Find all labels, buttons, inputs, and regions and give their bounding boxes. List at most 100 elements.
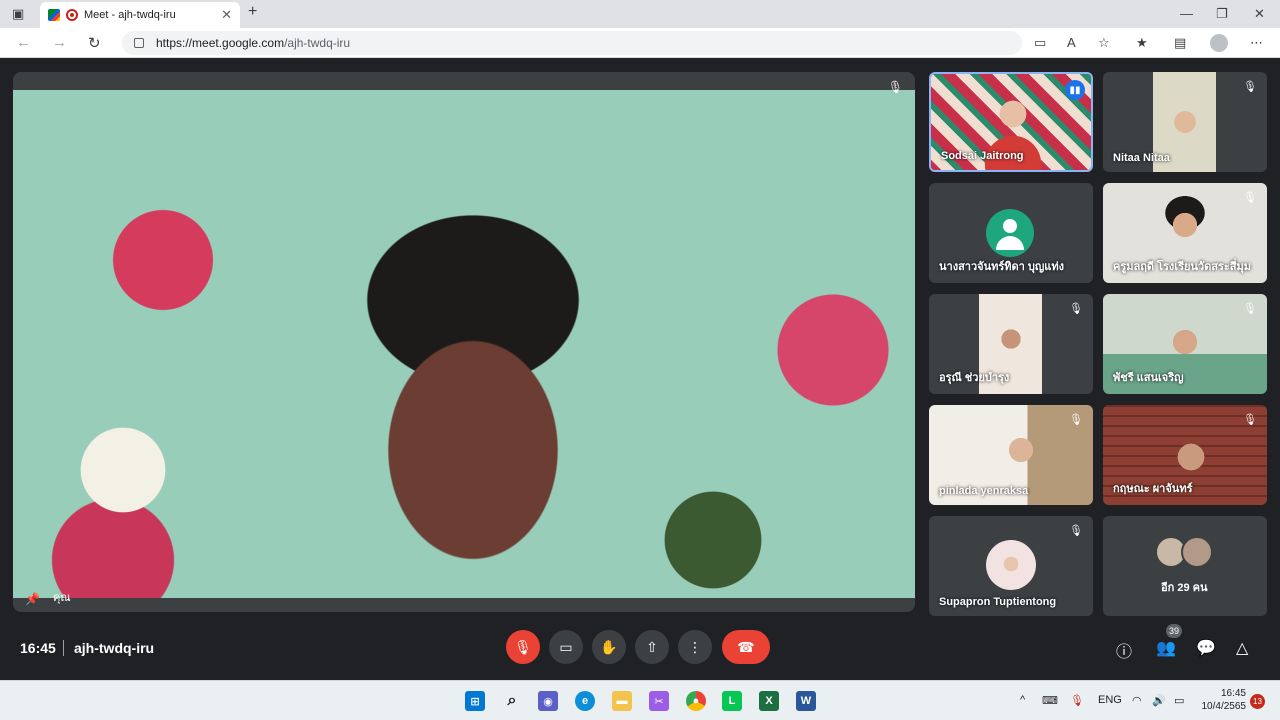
file-explorer-icon[interactable]: ▬ [612,691,632,711]
participant-tile[interactable]: 🎙 พัชรี แสนเจริญ [1103,294,1267,394]
add-favorite-icon[interactable]: ☆ [1098,35,1110,51]
more-participants-tile[interactable]: อีก 29 คน [1103,516,1267,616]
participant-tile[interactable]: ▮▮ Sodsai Jaitrong [929,72,1093,172]
raise-hand-button[interactable]: ✋ [592,630,626,664]
address-bar: ← → ↻ https://meet.google.com/ajh-twdq-i… [0,28,1280,58]
wifi-icon[interactable]: ◠ [1132,694,1142,707]
participant-tile[interactable]: 🎙 Supapron Tuptientong [929,516,1093,616]
system-date: 10/4/2565 [1201,701,1247,712]
teams-chat-icon[interactable]: ◉ [538,691,558,711]
present-screen-button[interactable]: ⇧ [635,630,669,664]
avatar [1181,536,1213,568]
main-video [13,90,915,598]
participant-tile[interactable]: 🎙 pinlada yenraksa [929,405,1093,505]
camera-permission-icon[interactable]: ▭ [1034,35,1046,51]
self-name: คุณ [53,592,71,604]
meeting-details-icon[interactable]: ⓘ [1116,638,1132,662]
meeting-code: ajh-twdq-iru [74,640,155,656]
participant-tile[interactable]: 🎙 อรุณี ช่วยบำรุง [929,294,1093,394]
start-icon[interactable]: ⊞ [465,691,485,711]
participant-name: พัชรี แสนเจริญ [1113,372,1184,384]
participant-count-badge: 39 [1166,624,1182,638]
snipping-tool-icon[interactable]: ✂ [649,691,669,711]
people-icon[interactable]: 👥 [1156,638,1176,658]
chrome-icon[interactable]: ● [686,691,706,711]
tab-meet[interactable]: Meet - ajh-twdq-iru ✕ [40,2,240,28]
participant-name: pinlada yenraksa [939,485,1029,497]
avatar [986,209,1034,257]
participant-name: Nitaa Nitaa [1113,152,1170,164]
mic-muted-icon: 🎙 [1243,303,1257,315]
windows-taskbar: ⊞ ⌕ ◉ e ▬ ✂ ● L X W ^ ⌨ 🎙 ENG ◠ 🔊 ▭ 16:4… [0,680,1280,720]
search-icon[interactable]: ⌕ [502,691,522,711]
mic-muted-icon: 🎙 [887,80,903,94]
tab-actions-icon[interactable]: ▣ [12,6,24,22]
reload-icon[interactable]: ↻ [88,34,101,52]
show-hidden-icons[interactable]: ^ [1020,694,1025,706]
notification-badge[interactable]: 13 [1250,694,1265,709]
avatar-stack [1155,536,1215,570]
participant-name: Sodsai Jaitrong [941,150,1024,162]
word-icon[interactable]: W [796,691,816,711]
profile-avatar[interactable] [1210,34,1228,52]
mic-muted-icon: 🎙 [1069,525,1083,537]
favorites-icon[interactable]: ★ [1136,35,1148,51]
mic-muted-icon: 🎙 [1243,192,1257,204]
meeting-time: 16:45 [20,640,56,656]
camera-toggle-button[interactable]: ▭ [549,630,583,664]
system-time: 16:45 [1220,688,1246,699]
line-app-icon[interactable]: L [722,691,742,711]
activities-icon[interactable]: △ [1236,638,1248,658]
participant-name: กฤษณะ ผาจันทร์ [1113,483,1193,495]
more-options-button[interactable]: ⋮ [678,630,712,664]
collections-icon[interactable]: ▤ [1174,35,1186,51]
maximize-icon[interactable]: ❐ [1216,6,1228,22]
pin-icon[interactable]: 📌 [25,592,40,606]
mic-muted-icon: 🎙 [1069,303,1083,315]
minimize-icon[interactable]: — [1180,6,1193,21]
browser-tab-bar: ▣ Meet - ajh-twdq-iru ✕ + — ❐ ✕ [0,0,1280,28]
avatar [986,540,1036,590]
close-window-icon[interactable]: ✕ [1254,6,1265,22]
url-field[interactable]: https://meet.google.com/ajh-twdq-iru [122,31,1022,55]
participant-name: อรุณี ช่วยบำรุง [939,372,1010,384]
more-menu-icon[interactable]: ⋯ [1250,35,1263,51]
mic-muted-icon: 🎙 [1243,414,1257,426]
microphone-in-use-icon[interactable]: 🎙 [1070,694,1084,707]
meet-control-bar: 16:45 ajh-twdq-iru 🎙 ▭ ✋ ⇧ ⋮ ☎ ⓘ 👥 39 💬 … [0,612,1280,680]
input-language[interactable]: ENG [1098,694,1122,706]
keyboard-icon[interactable]: ⌨ [1042,694,1058,707]
divider [63,640,64,656]
mic-muted-icon: 🎙 [1069,414,1083,426]
speaking-indicator-icon: ▮▮ [1065,80,1085,100]
participant-name: Supapron Tuptientong [939,596,1057,608]
new-tab-button[interactable]: + [248,3,257,21]
volume-icon[interactable]: 🔊 [1152,694,1166,707]
close-tab-icon[interactable]: ✕ [221,7,232,23]
chat-icon[interactable]: 💬 [1196,638,1216,658]
back-arrow-icon[interactable]: ← [16,34,31,51]
read-aloud-icon[interactable]: A [1067,35,1076,50]
url-host: https://meet.google.com [156,36,285,50]
battery-icon[interactable]: ▭ [1174,694,1184,707]
mic-toggle-button[interactable]: 🎙 [506,630,540,664]
edge-icon[interactable]: e [575,691,595,711]
system-clock[interactable]: 16:45 10/4/2565 [1198,687,1247,713]
meet-favicon-icon [48,9,60,21]
participant-name: ครูมลฤดี โรงเรียนวัดสระสี่มุม [1113,261,1252,273]
participant-name: นางสาวจันทร์ทิดา บุญแท่ง [939,261,1064,273]
participant-tile[interactable]: 🎙 Nitaa Nitaa [1103,72,1267,172]
participant-tile[interactable]: 🎙 ครูมลฤดี โรงเรียนวัดสระสี่มุม [1103,183,1267,283]
forward-arrow-icon[interactable]: → [52,34,67,51]
main-video-tile[interactable]: 🎙 📌 คุณ [13,72,915,612]
url-path: /ajh-twdq-iru [284,36,351,50]
meet-stage: 🎙 📌 คุณ ▮▮ Sodsai Jaitrong 🎙 Nitaa Nitaa… [0,58,1280,680]
leave-call-button[interactable]: ☎ [722,630,770,664]
lock-icon [134,38,144,48]
tab-title: Meet - ajh-twdq-iru [84,9,176,21]
mic-muted-icon: 🎙 [1243,81,1257,93]
participant-tile[interactable]: นางสาวจันทร์ทิดา บุญแท่ง [929,183,1093,283]
excel-icon[interactable]: X [759,691,779,711]
recording-icon [66,9,78,21]
participant-tile[interactable]: 🎙 กฤษณะ ผาจันทร์ [1103,405,1267,505]
